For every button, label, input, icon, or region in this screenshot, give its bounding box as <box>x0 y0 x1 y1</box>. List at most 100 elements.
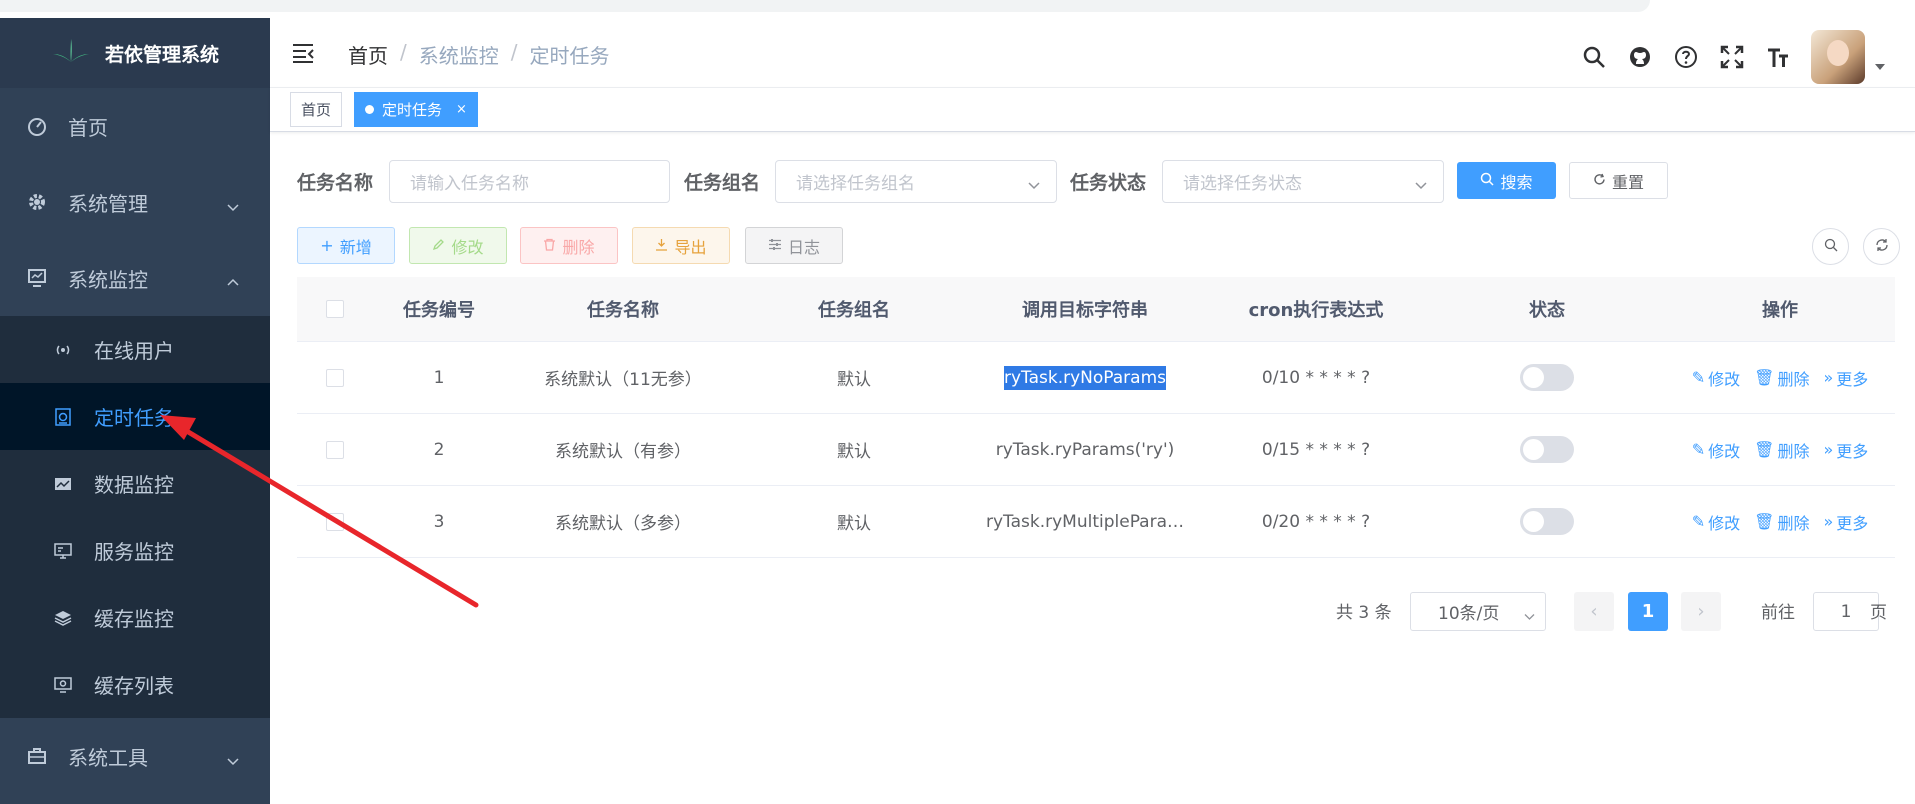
status-toggle[interactable] <box>1520 508 1574 535</box>
row-more-label: 更多 <box>1836 513 1869 533</box>
column-header: 状态 <box>1529 300 1565 321</box>
row-select-cell <box>297 368 373 387</box>
row-checkbox[interactable] <box>326 512 344 531</box>
column-header: 任务编号 <box>403 300 475 321</box>
sidebar-item-server-monitor[interactable]: 服务监控 <box>0 517 270 584</box>
hamburger-icon[interactable] <box>292 42 314 64</box>
row-checkbox[interactable] <box>326 440 344 459</box>
edit-button[interactable]: 修改 <box>409 227 507 264</box>
row-edit-link[interactable]: ✎ 修改 <box>1692 438 1740 462</box>
column-header: 任务名称 <box>587 300 659 321</box>
fullscreen-icon[interactable] <box>1719 44 1745 70</box>
job-status-select[interactable]: 请选择任务状态 <box>1162 160 1444 203</box>
next-page-button[interactable]: › <box>1681 592 1721 631</box>
cron-cell: 0/20 * * * * ? <box>1261 511 1371 532</box>
row-edit-label: 修改 <box>1708 369 1741 389</box>
row-select-cell <box>297 512 373 531</box>
status-toggle[interactable] <box>1520 436 1574 463</box>
row-delete-link[interactable]: 🗑 删除 <box>1754 366 1809 390</box>
row-more-link[interactable]: » 更多 <box>1823 438 1868 462</box>
row-delete-link[interactable]: 🗑 删除 <box>1754 510 1809 534</box>
row-delete-label: 删除 <box>1777 441 1810 461</box>
search-icon <box>1480 171 1495 190</box>
delete-button[interactable]: 删除 <box>520 227 618 264</box>
sidebar-item-monitor[interactable]: 系统监控 <box>0 240 270 316</box>
reset-button-label: 重置 <box>1611 172 1644 192</box>
invoke-target-cell: ryTask.ryParams('ry') <box>995 439 1175 460</box>
breadcrumb-home[interactable]: 首页 <box>348 40 388 69</box>
row-edit-link[interactable]: ✎ 修改 <box>1692 510 1740 534</box>
sidebar-item-label: 系统工具 <box>68 745 148 770</box>
job-name-cell: 系统默认（11无参） <box>544 370 702 390</box>
sidebar-item-data-monitor[interactable]: 数据监控 <box>0 450 270 517</box>
job-group-select[interactable]: 请选择任务组名 <box>775 160 1057 203</box>
jobs-table: 任务编号 任务名称 任务组名 调用目标字符串 cron执行表达式 状态 操作 1… <box>297 277 1895 558</box>
tag-scheduled-jobs[interactable]: 定时任务 × <box>354 92 478 127</box>
search-button[interactable]: 搜索 <box>1457 162 1556 199</box>
export-button[interactable]: 导出 <box>632 227 730 264</box>
breadcrumb: 首页 / 系统监控 / 定时任务 <box>348 40 610 69</box>
caret-down-icon[interactable] <box>1875 64 1885 70</box>
job-name-cell: 系统默认（有参） <box>555 442 691 462</box>
page-size-value: 10条/页 <box>1438 604 1500 624</box>
toggle-search-button[interactable] <box>1812 228 1849 265</box>
trash-icon: 🗑 <box>1754 512 1775 531</box>
row-checkbox[interactable] <box>326 368 344 387</box>
font-size-icon[interactable] <box>1765 44 1791 70</box>
github-icon[interactable] <box>1627 44 1653 70</box>
chevron-down-icon <box>226 195 240 212</box>
sidebar-item-tools[interactable]: 系统工具 <box>0 718 270 794</box>
sidebar-item-online-users[interactable]: 在线用户 <box>0 316 270 383</box>
sidebar-logo[interactable]: 若依管理系统 <box>0 18 270 88</box>
job-group-cell: 默认 <box>837 370 871 390</box>
select-all-cell <box>297 300 373 318</box>
table-row: 1 系统默认（11无参） 默认 ryTask.ryNoParams 0/10 *… <box>297 342 1895 414</box>
search-button-label: 搜索 <box>1500 172 1533 192</box>
sidebar-item-home[interactable]: 首页 <box>0 88 270 164</box>
sidebar-item-system[interactable]: 系统管理 <box>0 164 270 240</box>
chevron-down-icon <box>1415 176 1427 190</box>
sidebar-item-scheduled-jobs[interactable]: 定时任务 <box>0 383 270 450</box>
row-delete-link[interactable]: 🗑 删除 <box>1754 438 1809 462</box>
help-icon[interactable] <box>1673 44 1699 70</box>
sidebar-item-label: 缓存列表 <box>94 674 174 698</box>
select-all-checkbox[interactable] <box>326 300 344 318</box>
edit-icon: ✎ <box>1691 512 1706 531</box>
reset-button[interactable]: 重置 <box>1569 162 1668 199</box>
chevron-down-icon <box>226 749 240 766</box>
row-edit-label: 修改 <box>1708 441 1741 461</box>
job-name-placeholder: 请输入任务名称 <box>410 174 529 194</box>
add-button-label: 新增 <box>339 237 372 257</box>
row-more-link[interactable]: » 更多 <box>1823 366 1868 390</box>
row-edit-link[interactable]: ✎ 修改 <box>1692 366 1740 390</box>
job-name-input[interactable]: 请输入任务名称 <box>389 160 670 203</box>
operations-cell: ✎ 修改 🗑 删除 » 更多 <box>1665 510 1895 534</box>
refresh-table-button[interactable] <box>1863 228 1900 265</box>
cron-cell: 0/10 * * * * ? <box>1261 367 1371 388</box>
page-number-button[interactable]: 1 <box>1628 592 1668 631</box>
plus-icon: + <box>320 236 334 255</box>
avatar[interactable] <box>1811 30 1865 84</box>
layers-icon <box>54 609 72 627</box>
job-group-cell: 默认 <box>837 442 871 462</box>
search-icon[interactable] <box>1581 44 1607 70</box>
close-icon[interactable]: × <box>456 102 467 117</box>
edit-button-label: 修改 <box>451 237 484 257</box>
server-icon <box>54 542 72 560</box>
monitor-icon <box>26 267 48 289</box>
prev-page-button[interactable]: ‹ <box>1574 592 1614 631</box>
tag-home[interactable]: 首页 <box>290 92 343 127</box>
browser-top-strip <box>0 0 1915 18</box>
row-more-link[interactable]: » 更多 <box>1823 510 1868 534</box>
log-button[interactable]: 日志 <box>745 227 843 264</box>
chevron-up-icon <box>226 271 240 286</box>
add-button[interactable]: + 新增 <box>297 227 395 264</box>
row-delete-label: 删除 <box>1777 513 1810 533</box>
status-toggle[interactable] <box>1520 364 1574 391</box>
navbar-right <box>1581 30 1885 84</box>
status-cell <box>1429 364 1665 391</box>
page-size-select[interactable]: 10条/页 <box>1410 592 1546 631</box>
sidebar-item-cache-monitor[interactable]: 缓存监控 <box>0 584 270 651</box>
sidebar-item-cache-list[interactable]: 缓存列表 <box>0 651 270 718</box>
row-delete-label: 删除 <box>1777 369 1810 389</box>
